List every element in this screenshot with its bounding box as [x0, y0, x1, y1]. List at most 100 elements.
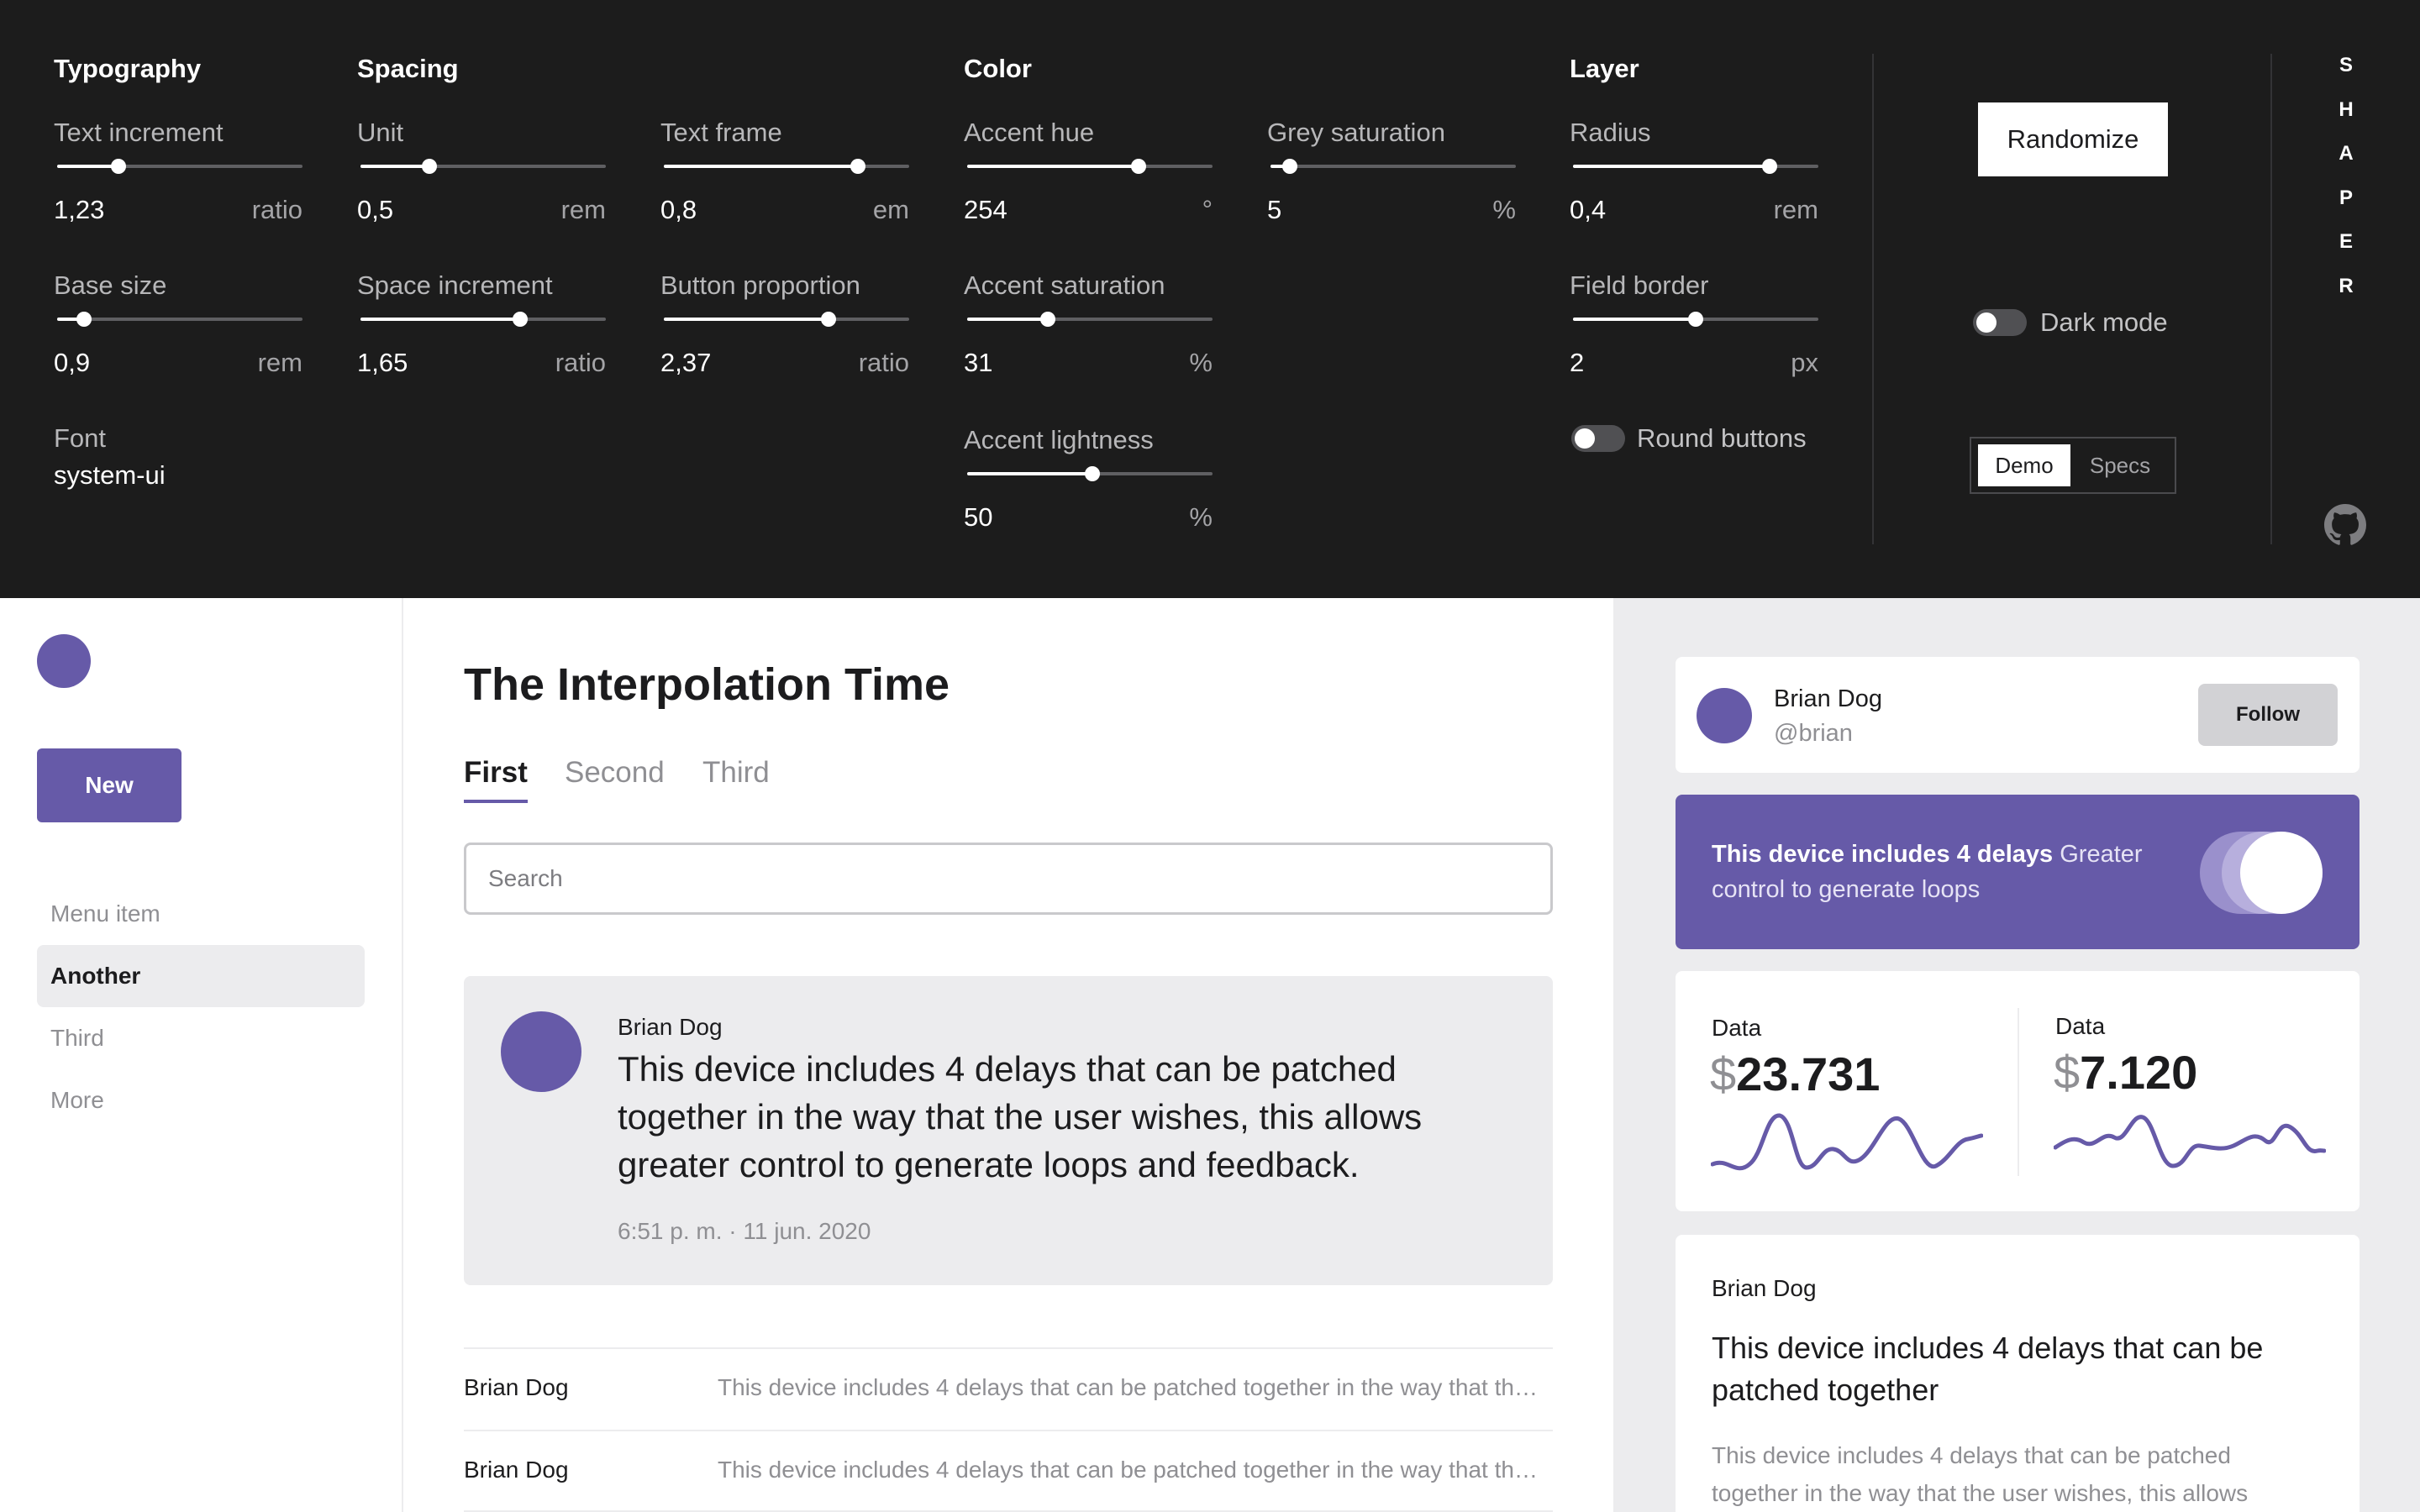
space-increment-control: Space increment 1,65 ratio [357, 270, 609, 388]
slider-knob[interactable] [1761, 159, 1777, 174]
slider-knob[interactable] [111, 159, 126, 174]
divider [464, 1347, 1553, 1349]
base-size-value: 0,9 [54, 348, 91, 377]
tab-first[interactable]: First [464, 756, 528, 790]
panel-divider [2270, 54, 2272, 544]
grey-saturation-unit: % [1492, 195, 1516, 224]
specs-tab[interactable]: Specs [2074, 444, 2166, 486]
unit-label: Unit [357, 118, 404, 147]
search-input[interactable] [464, 843, 1553, 915]
text-frame-value: 0,8 [660, 195, 697, 224]
text-frame-unit: em [872, 195, 909, 224]
button-proportion-slider[interactable] [664, 312, 909, 327]
tab-second[interactable]: Second [565, 756, 665, 790]
follow-button[interactable]: Follow [2198, 684, 2338, 746]
panel-divider [1872, 54, 1874, 544]
accent-hue-unit: ° [1202, 195, 1213, 224]
sidebar-item-third[interactable]: Third [37, 1007, 365, 1069]
accent-hue-control: Accent hue 254 ° [964, 118, 1216, 235]
sidebar-item-another[interactable]: Another [37, 945, 365, 1007]
button-proportion-control: Button proportion 2,37 ratio [660, 270, 913, 388]
slider-knob[interactable] [1131, 159, 1147, 174]
brand-wordmark: S H A P E R [2328, 52, 2365, 317]
field-border-label: Field border [1570, 270, 1709, 300]
font-label: Font [54, 423, 107, 453]
avatar[interactable] [501, 1011, 581, 1092]
dark-mode-label: Dark mode [2040, 307, 2168, 337]
accent-saturation-slider[interactable] [967, 312, 1213, 327]
sidebar-item-more[interactable]: More [37, 1069, 365, 1131]
toggle-knob [1976, 312, 1996, 333]
brand-letter: P [2338, 186, 2353, 209]
round-buttons-toggle[interactable] [1571, 425, 1625, 452]
slider-knob[interactable] [76, 312, 92, 327]
accent-saturation-control: Accent saturation 31 % [964, 270, 1216, 388]
brand-letter: E [2338, 230, 2353, 253]
slider-knob[interactable] [1282, 159, 1298, 174]
list-item-text[interactable]: This device includes 4 delays that can b… [718, 1457, 1549, 1483]
field-border-slider[interactable] [1573, 312, 1818, 327]
radius-value: 0,4 [1570, 195, 1607, 224]
base-size-control: Base size 0,9 rem [54, 270, 306, 388]
post-author: Brian Dog [618, 1014, 723, 1040]
radius-control: Radius 0,4 rem [1570, 118, 1822, 235]
currency-symbol: $ [1710, 1047, 1737, 1100]
demo-tab[interactable]: Demo [1978, 444, 2070, 486]
avatar[interactable] [1697, 688, 1752, 743]
article-author: Brian Dog [1712, 1275, 1817, 1301]
field-border-control: Field border 2 px [1570, 270, 1822, 388]
button-proportion-unit: ratio [858, 348, 909, 377]
space-increment-label: Space increment [357, 270, 553, 300]
color-title: Color [964, 54, 1032, 83]
github-icon[interactable] [2324, 504, 2366, 546]
accent-saturation-unit: % [1189, 348, 1213, 377]
radius-slider[interactable] [1573, 159, 1818, 174]
base-size-label: Base size [54, 270, 167, 300]
font-value[interactable]: system-ui [54, 460, 166, 491]
slider-knob[interactable] [1040, 312, 1056, 327]
toggle-knob [1575, 428, 1595, 449]
slider-knob[interactable] [820, 312, 836, 327]
currency-symbol: $ [2054, 1046, 2081, 1099]
sidebar-item-menu-item[interactable]: Menu item [37, 883, 365, 945]
sparkline-chart [1711, 1113, 1983, 1171]
unit-unit: rem [560, 195, 606, 224]
slider-knob[interactable] [1688, 312, 1703, 327]
button-proportion-value: 2,37 [660, 348, 712, 377]
stat-label: Data [1712, 1015, 1762, 1041]
slider-knob[interactable] [1084, 466, 1100, 481]
banner-bold: This device includes 4 delays [1712, 841, 2054, 868]
list-item-text[interactable]: This device includes 4 delays that can b… [718, 1374, 1549, 1401]
profile-name: Brian Dog [1774, 685, 1882, 712]
base-size-slider[interactable] [57, 312, 302, 327]
brand-letter: S [2338, 54, 2353, 76]
text-increment-slider[interactable] [57, 159, 302, 174]
space-increment-unit: ratio [555, 348, 606, 377]
new-button[interactable]: New [37, 748, 182, 822]
accent-hue-slider[interactable] [967, 159, 1213, 174]
accent-lightness-slider[interactable] [967, 466, 1213, 481]
space-increment-slider[interactable] [360, 312, 606, 327]
randomize-button[interactable]: Randomize [1978, 102, 2168, 176]
slider-knob[interactable] [850, 159, 865, 174]
text-frame-slider[interactable] [664, 159, 909, 174]
unit-value: 0,5 [357, 195, 394, 224]
text-increment-control: Text increment 1,23 ratio [54, 118, 306, 235]
text-increment-label: Text increment [54, 118, 224, 147]
stat-amount: 7.120 [2080, 1046, 2198, 1099]
stat-label: Data [2055, 1013, 2106, 1039]
brand-letter: H [2338, 97, 2354, 121]
app-logo[interactable] [37, 634, 91, 688]
article-title[interactable]: This device includes 4 delays that can b… [1712, 1327, 2317, 1411]
slider-knob[interactable] [421, 159, 437, 174]
tab-third[interactable]: Third [702, 756, 770, 790]
dark-mode-toggle[interactable] [1973, 309, 2027, 336]
sparkline-chart [2054, 1115, 2326, 1168]
unit-control: Unit 0,5 rem [357, 118, 609, 235]
toggle-knob[interactable] [2240, 832, 2323, 914]
accent-saturation-label: Accent saturation [964, 270, 1165, 300]
slider-knob[interactable] [512, 312, 528, 327]
grey-saturation-slider[interactable] [1270, 159, 1516, 174]
unit-slider[interactable] [360, 159, 606, 174]
grey-saturation-value: 5 [1267, 195, 1282, 224]
